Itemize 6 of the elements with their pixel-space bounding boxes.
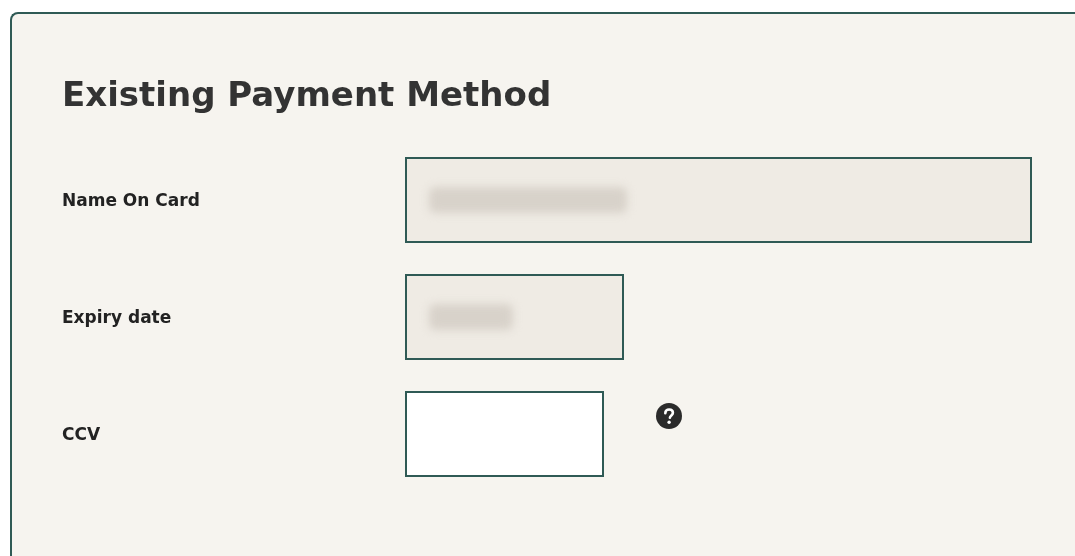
section-title: Existing Payment Method bbox=[62, 74, 552, 115]
field-label: CCV bbox=[62, 423, 102, 444]
field-label: Name On Card bbox=[62, 189, 201, 210]
input-field[interactable] bbox=[405, 390, 604, 477]
field-label: Expiry date bbox=[62, 306, 173, 327]
help-icon[interactable] bbox=[656, 402, 682, 429]
